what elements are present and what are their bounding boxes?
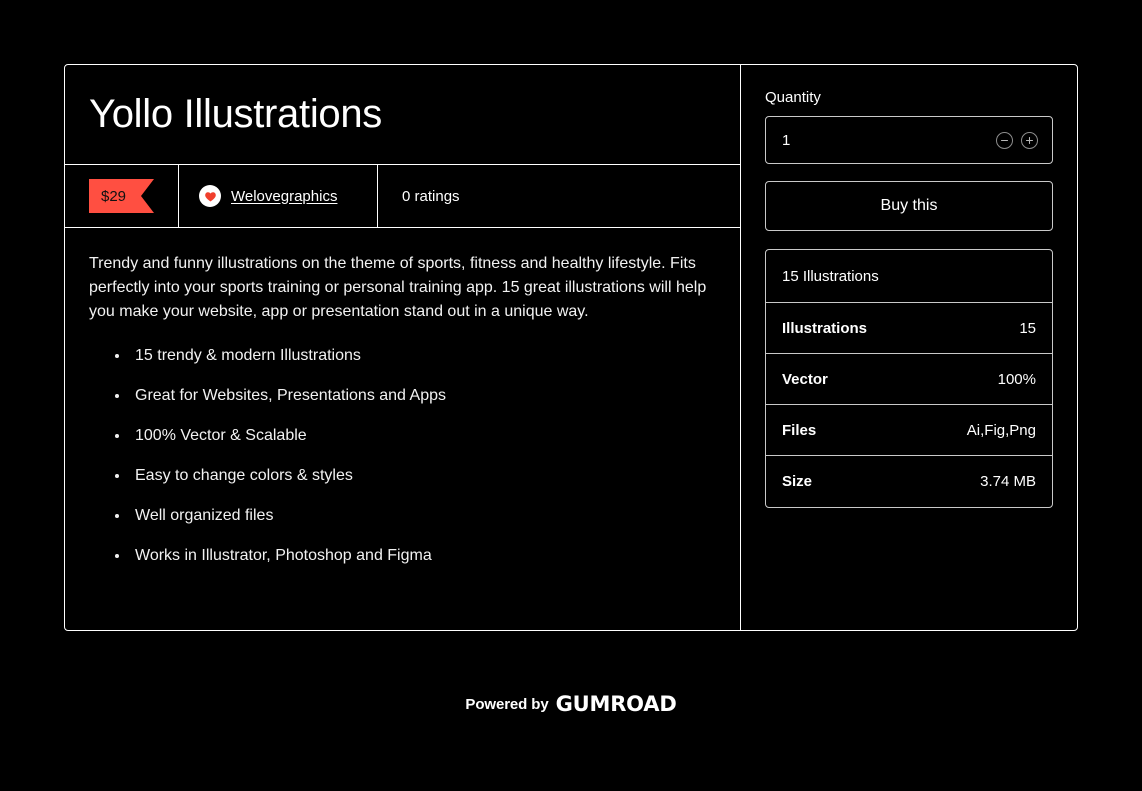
product-title-block: Yollo Illustrations	[65, 65, 740, 164]
list-item: Easy to change colors & styles	[115, 466, 716, 486]
product-main-column: Yollo Illustrations $29 Welovegraphics 0…	[65, 65, 741, 630]
description-paragraph: Trendy and funny illustrations on the th…	[89, 255, 707, 320]
details-key: Vector	[782, 370, 828, 388]
product-description: Trendy and funny illustrations on the th…	[65, 228, 740, 630]
minus-circle-icon[interactable]	[996, 131, 1013, 149]
quantity-label: Quantity	[765, 89, 821, 106]
product-details-card: 15 Illustrations Illustrations 15 Vector…	[765, 249, 1053, 508]
quantity-input[interactable]	[782, 131, 996, 149]
details-value: Ai,Fig,Png	[966, 421, 1036, 439]
feature-list: 15 trendy & modern Illustrations Great f…	[89, 346, 716, 566]
purchase-sidebar: Quantity B	[741, 65, 1077, 630]
list-item: 100% Vector & Scalable	[115, 426, 716, 446]
powered-by-label: Powered by	[465, 695, 549, 713]
avatar	[199, 185, 221, 207]
list-item: Well organized files	[115, 506, 716, 526]
ratings-count: 0 ratings	[402, 187, 460, 205]
list-item: 15 trendy & modern Illustrations	[115, 346, 716, 366]
table-row: Illustrations 15	[766, 303, 1052, 354]
buy-this-button[interactable]: Buy this	[765, 181, 1053, 231]
seller-link[interactable]: Welovegraphics	[231, 188, 337, 205]
details-key: Size	[782, 473, 813, 490]
gumroad-logo[interactable]: GUMROAD	[556, 692, 677, 716]
details-header: 15 Illustrations	[766, 250, 1052, 303]
table-row: Vector 100%	[766, 354, 1052, 405]
list-item: Great for Websites, Presentations and Ap…	[115, 386, 716, 406]
page-root: Yollo Illustrations $29 Welovegraphics 0…	[0, 0, 1142, 791]
footer: Powered by GUMROAD	[0, 692, 1142, 716]
table-row: Files Ai,Fig,Png	[766, 405, 1052, 456]
details-value: 100%	[997, 370, 1036, 388]
list-item: Works in Illustrator, Photoshop and Figm…	[115, 546, 716, 566]
details-value: 15	[1019, 319, 1036, 337]
ratings-cell[interactable]: 0 ratings	[378, 165, 740, 227]
product-meta-row: $29 Welovegraphics 0 ratings	[65, 164, 740, 228]
plus-circle-icon[interactable]	[1021, 131, 1038, 149]
price-cell: $29	[65, 165, 178, 227]
details-value: 3.74 MB	[980, 473, 1036, 490]
quantity-stepper[interactable]	[765, 116, 1053, 164]
seller-cell[interactable]: Welovegraphics	[178, 165, 378, 227]
details-key: Illustrations	[782, 319, 868, 337]
price-badge: $29	[89, 179, 154, 213]
stepper-buttons	[996, 131, 1038, 149]
page-title: Yollo Illustrations	[89, 91, 382, 136]
table-row: Size 3.74 MB	[766, 456, 1052, 507]
product-card: Yollo Illustrations $29 Welovegraphics 0…	[64, 64, 1078, 631]
details-key: Files	[782, 421, 817, 439]
